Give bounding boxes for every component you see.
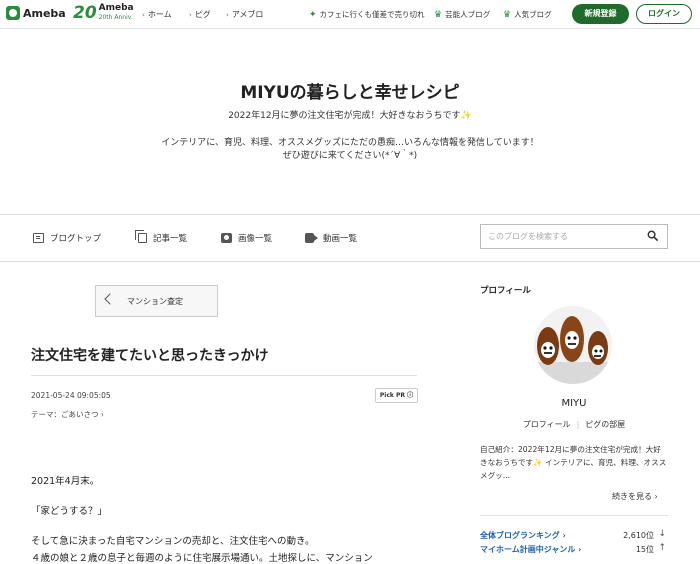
search-icon[interactable] [647, 230, 658, 241]
prev-entry-label: マンション査定 [127, 297, 183, 306]
divider [480, 515, 668, 516]
chevron-right-icon: › [98, 410, 104, 419]
divider [31, 375, 417, 376]
anniversary-sub: 20th Anniv. [98, 14, 133, 21]
ranking-row[interactable]: マイホーム計画中ジャンル › 15位 ↑ [480, 543, 668, 557]
blog-description-line1: インテリアに、育児、料理、オススメグッズにただの愚痴…いろんな情報を発信していま… [161, 138, 539, 148]
nav-home[interactable]: › ホーム [142, 9, 172, 20]
blog-top-link[interactable]: ブログトップ [33, 232, 101, 244]
arrow-down-icon: ↓ [658, 529, 666, 539]
blog-header: MIYUの暮らしと幸せレシピ 2022年12月に夢の注文住宅が完成！大好きなおう… [0, 30, 700, 215]
avatar[interactable] [534, 306, 612, 384]
article-body-line: そして急に決まった自宅マンションの売却と、注文住宅への動き。 [31, 536, 315, 547]
sparkle-icon: ✦ [309, 9, 317, 20]
nav-ameblo-label: アメブロ [231, 10, 264, 19]
profile-name[interactable]: MIYU [480, 398, 668, 409]
read-more-link[interactable]: 続きを見る › [612, 491, 658, 502]
ranking-label: マイホーム計画中ジャンル › [480, 545, 582, 554]
video-icon [305, 233, 318, 243]
profile-heading: プロフィール [480, 286, 531, 296]
chevron-right-icon: › [142, 11, 145, 19]
book-icon [33, 233, 44, 243]
divider: | [576, 420, 580, 429]
read-more-label: 続きを見る [612, 492, 652, 501]
arrow-up-icon: ↑ [658, 543, 666, 553]
nav-pigg-label: ピグ [194, 10, 211, 19]
nav-pigg[interactable]: › ピグ [189, 9, 211, 20]
article-theme-label: テーマ：ごあいさつ [31, 410, 99, 419]
anniversary-number: 20 [73, 3, 97, 23]
blog-top-label: ブログトップ [50, 234, 102, 244]
anniversary-logo[interactable]: 20 Ameba 20th Anniv. [73, 3, 134, 23]
ranking-value: 2,610位 [623, 531, 654, 540]
video-list-label: 動画一覧 [323, 234, 358, 244]
blog-description-line2: ぜひ遊びに来てください(*´∀｀*) [282, 151, 418, 161]
nav-home-label: ホーム [147, 10, 172, 19]
register-button[interactable]: 新規登録 [572, 4, 629, 24]
popular-blog-label: 人気ブログ [514, 10, 552, 19]
chevron-right-icon: › [226, 11, 229, 19]
celebrity-blog-label: 芸能人ブログ [445, 10, 491, 19]
ameba-logo-text: Ameba [23, 6, 66, 20]
article-date: 2021-05-24 09:05:05 [31, 391, 111, 400]
login-button[interactable]: ログイン [636, 4, 692, 24]
profile-link[interactable]: プロフィール [523, 420, 571, 429]
article-body-line: 「家どうする？」 [31, 506, 108, 517]
pick-pr-badge[interactable]: Pick PR ⓘ [375, 388, 418, 403]
nav-ameblo[interactable]: › アメブロ [226, 9, 263, 20]
entry-list-label: 記事一覧 [153, 234, 188, 244]
article-title[interactable]: 注文住宅を建てたいと思ったきっかけ [31, 345, 268, 365]
trend-link[interactable]: ✦ カフェに行くも僅差で売り切れ [309, 9, 425, 20]
trend-link-label: カフェに行くも僅差で売り切れ [319, 10, 425, 19]
ameba-logo[interactable]: Ameba [6, 6, 66, 20]
ranking-value: 15位 [635, 545, 654, 554]
blog-subtitle: 2022年12月に夢の注文住宅が完成！大好きなおうちです✨ [228, 111, 472, 121]
ranking-label: 全体ブログランキング › [480, 531, 566, 540]
image-list-label: 画像一覧 [238, 234, 273, 244]
top-bar: Ameba 20 Ameba 20th Anniv. › ホーム › ピグ › アメブ… [0, 0, 700, 29]
profile-intro: 自己紹介：2022年12月に夢の注文住宅が完成！大好きなおうちです✨ インテリア… [480, 445, 667, 480]
chevron-right-icon: › [189, 11, 192, 19]
profile-links: プロフィール | ピグの部屋 [480, 419, 668, 430]
camera-icon [221, 233, 232, 243]
blog-search [480, 224, 668, 249]
article-theme-link[interactable]: テーマ：ごあいさつ › [31, 409, 104, 420]
article-body-line: ４歳の娘と２歳の息子と毎週のように住宅展示場通い。土地探しに、マンション [31, 553, 373, 564]
search-input[interactable] [481, 225, 641, 248]
article-body-line: 2021年4月末。 [31, 476, 100, 487]
prev-entry-button[interactable]: マンション査定 [95, 285, 218, 317]
crown-icon: ♛ [434, 9, 443, 20]
blog-description: インテリアに、育児、料理、オススメグッズにただの愚痴…いろんな情報を発信していま… [0, 137, 700, 163]
anniversary-brand: Ameba [98, 3, 134, 13]
popular-blog-link[interactable]: ♛ 人気ブログ [503, 9, 552, 20]
image-list-link[interactable]: 画像一覧 [221, 232, 272, 244]
pigg-room-link[interactable]: ピグの部屋 [585, 420, 625, 429]
chevron-left-icon [104, 293, 116, 305]
chevron-right-icon: › [652, 492, 658, 501]
ameba-logo-icon [6, 6, 20, 20]
ranking-row[interactable]: 全体ブログランキング › 2,610位 ↓ [480, 529, 668, 543]
avatar-image [534, 306, 612, 384]
blog-title[interactable]: MIYUの暮らしと幸せレシピ [0, 78, 700, 103]
copy-icon [135, 230, 147, 243]
celebrity-blog-link[interactable]: ♛ 芸能人ブログ [434, 9, 490, 20]
crown-icon: ♛ [503, 9, 512, 20]
video-list-link[interactable]: 動画一覧 [305, 232, 357, 244]
entry-list-link[interactable]: 記事一覧 [135, 230, 188, 244]
